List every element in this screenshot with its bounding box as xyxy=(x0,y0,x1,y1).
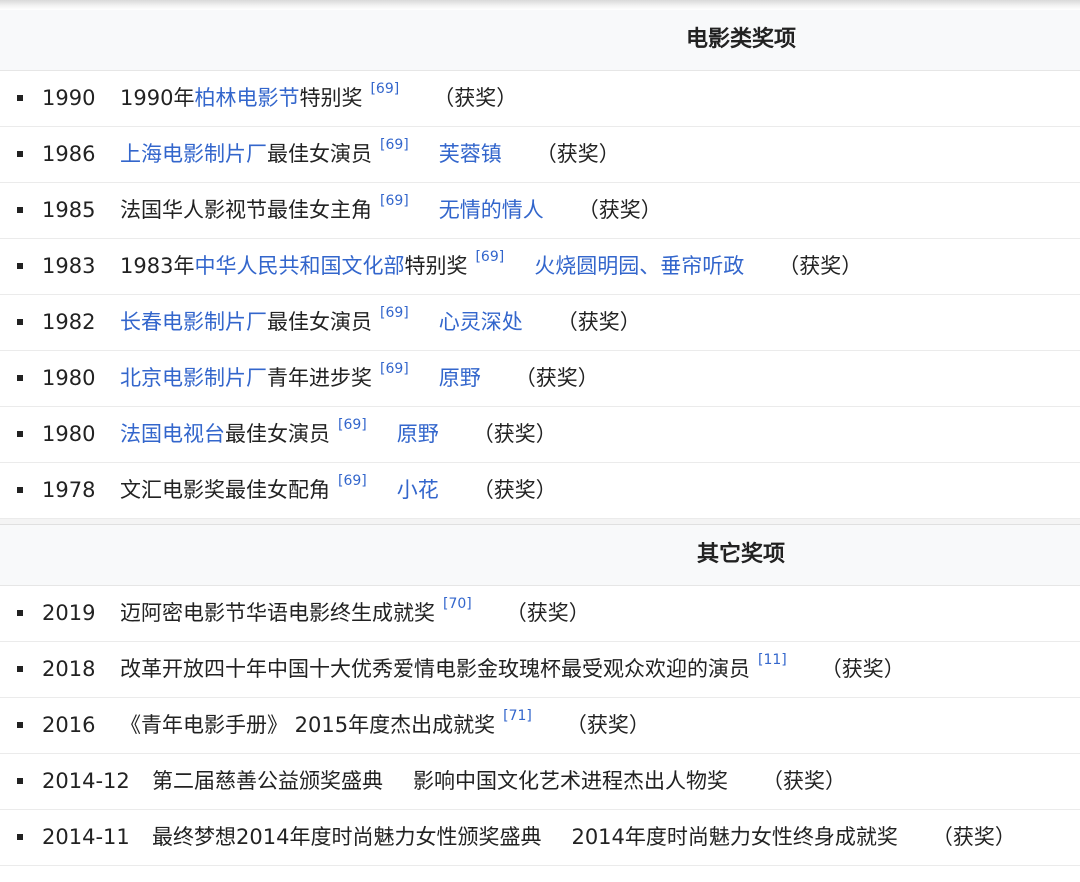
list-item: 1980 法国电视台 最佳女演员 [69] 原野 （获奖） xyxy=(0,407,1080,463)
award-result: （获奖） xyxy=(762,769,846,793)
award-link[interactable]: 法国电视台 xyxy=(120,407,225,462)
list-item: 2018 改革开放四十年中国十大优秀爱情电影金玫瑰杯最受观众欢迎的演员 [11]… xyxy=(0,642,1080,698)
list-item: 1978 文汇电影奖最佳女配角 [69] 小花 （获奖） xyxy=(0,463,1080,519)
award-link[interactable]: 上海电影制片厂 xyxy=(120,127,267,182)
award-name: 法国华人影视节最佳女主角 [69] 无情的情人 （获奖） xyxy=(120,183,662,238)
work-link[interactable]: 芙蓉镇 xyxy=(439,127,502,182)
work-link[interactable]: 心灵深处 xyxy=(439,295,523,350)
list-item: 1990 1990年 柏林电影节 特别奖 [69] （获奖） xyxy=(0,71,1080,127)
bullet-icon xyxy=(17,95,23,101)
award-result: （获奖） xyxy=(433,86,518,110)
bullet-icon xyxy=(17,487,23,493)
award-link[interactable]: 中华人民共和国文化部 xyxy=(194,239,404,294)
award-year: 2018 xyxy=(42,657,96,681)
reference-link[interactable]: [11] xyxy=(758,633,787,688)
reference-link[interactable]: [69] xyxy=(380,342,409,397)
award-name: 上海电影制片厂 最佳女演员 [69] 芙蓉镇 （获奖） xyxy=(120,127,620,182)
award-result: （获奖） xyxy=(505,601,590,625)
award-name: 《青年电影手册》 2015年度杰出成就奖 [71] （获奖） xyxy=(120,698,650,753)
award-year: 1986 xyxy=(42,142,96,166)
bullet-icon xyxy=(17,207,23,213)
reference-link[interactable]: [69] xyxy=(380,286,409,341)
award-year: 1980 xyxy=(42,422,96,446)
award-category: 影响中国文化艺术进程杰出人物奖 xyxy=(413,769,728,793)
reference-link[interactable]: [70] xyxy=(443,577,472,632)
award-result: （获奖） xyxy=(472,422,557,446)
reference-link[interactable]: [69] xyxy=(380,118,409,173)
film-awards-title: 电影类奖项 xyxy=(685,27,796,52)
reference-link[interactable]: [71] xyxy=(503,689,532,744)
award-name: 第二届慈善公益颁奖盛典 影响中国文化艺术进程杰出人物奖 （获奖） xyxy=(152,754,846,809)
list-item: 1980 北京电影制片厂 青年进步奖 [69] 原野 （获奖） xyxy=(0,351,1080,407)
award-year: 1982 xyxy=(42,310,96,334)
award-result: （获奖） xyxy=(472,478,557,502)
award-link[interactable]: 北京电影制片厂 xyxy=(120,351,267,406)
award-result: （获奖） xyxy=(535,142,620,166)
award-category: 2014年度时尚魅力女性终身成就奖 xyxy=(571,825,898,849)
award-result: （获奖） xyxy=(565,713,650,737)
work-link[interactable]: 原野 xyxy=(439,351,481,406)
other-awards-list: 2019 迈阿密电影节华语电影终生成就奖 [70] （获奖） 2018 改革开放… xyxy=(0,586,1080,866)
bullet-icon xyxy=(17,778,23,784)
list-item: 1983 1983年 中华人民共和国文化部 特别奖 [69] 火烧圆明园、垂帘听… xyxy=(0,239,1080,295)
award-year: 1978 xyxy=(42,478,96,502)
award-result: （获奖） xyxy=(577,198,662,222)
award-year: 2016 xyxy=(42,713,96,737)
list-item: 2016 《青年电影手册》 2015年度杰出成就奖 [71] （获奖） xyxy=(0,698,1080,754)
award-result: （获奖） xyxy=(556,310,641,334)
reference-link[interactable]: [69] xyxy=(475,230,504,285)
bullet-icon xyxy=(17,666,23,672)
award-year: 2014-12 xyxy=(42,769,130,793)
award-link[interactable]: 柏林电影节 xyxy=(194,71,299,126)
list-item: 2019 迈阿密电影节华语电影终生成就奖 [70] （获奖） xyxy=(0,586,1080,642)
bullet-icon xyxy=(17,263,23,269)
bullet-icon xyxy=(17,722,23,728)
bullet-icon xyxy=(17,151,23,157)
list-item: 1985 法国华人影视节最佳女主角 [69] 无情的情人 （获奖） xyxy=(0,183,1080,239)
award-year: 1985 xyxy=(42,198,96,222)
award-result: （获奖） xyxy=(820,657,905,681)
reference-link[interactable]: [69] xyxy=(380,174,409,229)
award-name: 迈阿密电影节华语电影终生成就奖 [70] （获奖） xyxy=(120,586,590,641)
bullet-icon xyxy=(17,375,23,381)
reference-link[interactable]: [69] xyxy=(338,454,367,509)
award-year: 2019 xyxy=(42,601,96,625)
award-name: 1990年 柏林电影节 特别奖 [69] （获奖） xyxy=(120,71,517,126)
bullet-icon xyxy=(17,431,23,437)
list-item: 2014-11 最终梦想2014年度时尚魅力女性颁奖盛典 2014年度时尚魅力女… xyxy=(0,810,1080,866)
other-awards-header: 其它奖项 xyxy=(0,525,1080,586)
award-result: （获奖） xyxy=(931,825,1016,849)
award-result: （获奖） xyxy=(514,366,599,390)
work-link[interactable]: 原野 xyxy=(397,407,439,462)
bullet-icon xyxy=(17,610,23,616)
film-awards-list: 1990 1990年 柏林电影节 特别奖 [69] （获奖） 1986 上海电影… xyxy=(0,71,1080,519)
award-link[interactable]: 长春电影制片厂 xyxy=(120,295,267,350)
other-awards-title: 其它奖项 xyxy=(696,542,785,567)
award-year: 1983 xyxy=(42,254,96,278)
top-shadow xyxy=(0,0,1080,10)
list-item: 2014-12 第二届慈善公益颁奖盛典 影响中国文化艺术进程杰出人物奖 （获奖） xyxy=(0,754,1080,810)
award-year: 2014-11 xyxy=(42,825,130,849)
award-name: 文汇电影奖最佳女配角 [69] 小花 （获奖） xyxy=(120,463,557,518)
award-name: 最终梦想2014年度时尚魅力女性颁奖盛典 2014年度时尚魅力女性终身成就奖 （… xyxy=(152,810,1016,865)
award-year: 1990 xyxy=(42,86,96,110)
award-year: 1980 xyxy=(42,366,96,390)
list-item: 1986 上海电影制片厂 最佳女演员 [69] 芙蓉镇 （获奖） xyxy=(0,127,1080,183)
bullet-icon xyxy=(17,319,23,325)
award-name: 1983年 中华人民共和国文化部 特别奖 [69] 火烧圆明园、垂帘听政 （获奖… xyxy=(120,239,862,294)
work-link[interactable]: 火烧圆明园、垂帘听政 xyxy=(534,239,744,294)
list-item: 1982 长春电影制片厂 最佳女演员 [69] 心灵深处 （获奖） xyxy=(0,295,1080,351)
reference-link[interactable]: [69] xyxy=(338,398,367,453)
reference-link[interactable]: [69] xyxy=(370,62,399,117)
film-awards-header: 电影类奖项 xyxy=(0,10,1080,71)
award-result: （获奖） xyxy=(778,254,863,278)
work-link[interactable]: 小花 xyxy=(397,463,439,518)
bullet-icon xyxy=(17,834,23,840)
